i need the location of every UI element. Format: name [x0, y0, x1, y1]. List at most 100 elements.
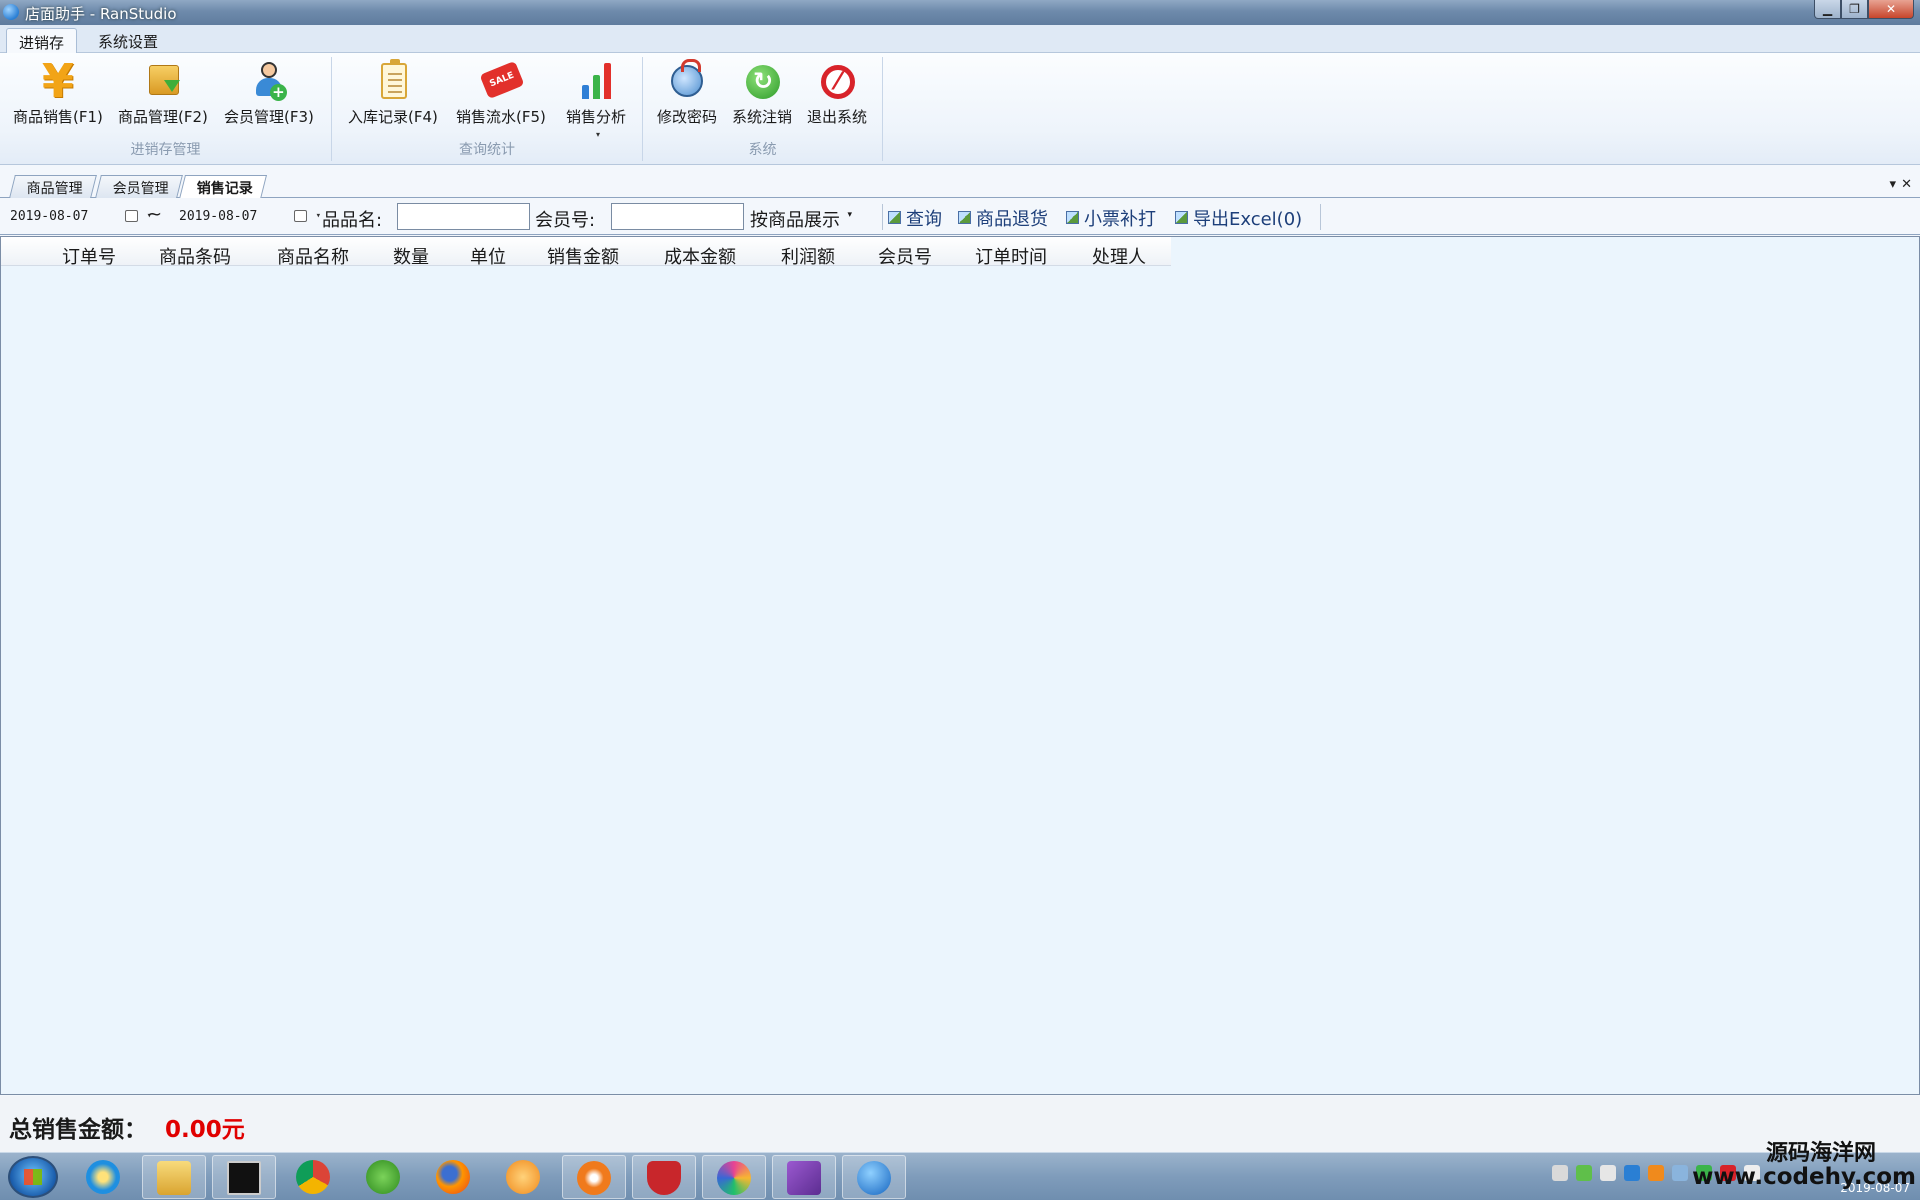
ribbon-group-query: 入库记录(F4) SALE 销售流水(F5) 销售分析 ▾ 查询统计 — [332, 57, 643, 161]
column-header-cost-amount[interactable]: 成本金额 — [664, 243, 736, 269]
product-sales-button[interactable]: ¥ 商品销售(F1) — [13, 54, 103, 127]
chevron-down-icon: ▾ — [315, 211, 321, 221]
green-app-icon — [366, 1160, 400, 1194]
close-tab-icon[interactable]: ✕ — [1901, 177, 1912, 192]
taskbar-firefox[interactable] — [422, 1155, 486, 1199]
monitor-icon[interactable] — [1672, 1165, 1688, 1181]
calendar-icon — [125, 210, 138, 222]
refresh-icon: ↻ — [740, 59, 784, 103]
column-header-member-no[interactable]: 会员号 — [878, 243, 932, 269]
sales-records-grid[interactable]: 订单号 商品条码 商品名称 数量 单位 销售金额 成本金额 利润额 会员号 订单… — [0, 236, 1920, 1095]
reprint-receipt-button[interactable]: 小票补打 — [1066, 205, 1156, 231]
date-range-separator: ~ — [147, 204, 163, 225]
minimize-button[interactable]: ▁ — [1814, 0, 1841, 19]
taskbar-internet-explorer[interactable] — [72, 1155, 136, 1199]
exit-system-button[interactable]: ⁄ 退出系统 — [807, 59, 867, 127]
watermark-line1: 源码海洋网 — [1765, 1141, 1876, 1166]
column-header-order-time[interactable]: 订单时间 — [975, 243, 1047, 269]
title-bar: 店面助手 - RanStudio ▁ ❐ ✕ — [0, 0, 1920, 25]
battery-icon[interactable] — [1576, 1165, 1592, 1181]
firefox-icon — [436, 1160, 470, 1194]
close-button[interactable]: ✕ — [1868, 0, 1914, 19]
watermark-line2: www.codehy.com — [1692, 1164, 1916, 1191]
calendar-icon — [294, 210, 307, 222]
image-icon — [1066, 211, 1079, 224]
column-header-sales-amount[interactable]: 销售金额 — [547, 243, 619, 269]
date-to-picker[interactable]: 2019-08-07 ▾ — [175, 205, 325, 228]
change-password-label: 修改密码 — [657, 108, 718, 126]
product-name-input[interactable] — [397, 203, 530, 230]
member-number-input[interactable] — [611, 203, 744, 230]
ribbon-tab-bar: 进销存 系统设置 — [0, 25, 1920, 53]
keyboard-icon[interactable] — [1552, 1165, 1568, 1181]
network-icon[interactable] — [1600, 1165, 1616, 1181]
taskbar-chrome[interactable] — [282, 1155, 346, 1199]
member-management-button[interactable]: + 会员管理(F3) — [224, 59, 314, 127]
query-toolbar: 2019-08-07 ▾ ~ 2019-08-07 ▾ 品品名: 会员号: 按商… — [0, 198, 1920, 235]
taskbar-app-colorful[interactable] — [702, 1155, 766, 1199]
product-box-icon — [141, 59, 185, 103]
column-header-barcode[interactable]: 商品条码 — [159, 243, 231, 269]
stock-in-records-button[interactable]: 入库记录(F4) — [348, 59, 438, 127]
start-button[interactable] — [8, 1156, 58, 1198]
product-management-button[interactable]: 商品管理(F2) — [118, 59, 208, 127]
logout-button[interactable]: ↻ 系统注销 — [732, 59, 792, 127]
window-controls: ▁ ❐ ✕ — [1814, 0, 1914, 20]
taskbar-command-prompt[interactable] — [212, 1155, 276, 1199]
taskbar-app-blue[interactable] — [842, 1155, 906, 1199]
stock-in-records-label: 入库记录(F4) — [348, 108, 438, 126]
exit-system-label: 退出系统 — [807, 108, 868, 126]
date-from-picker[interactable]: 2019-08-07 ▾ — [6, 205, 156, 228]
window-title: 店面助手 - RanStudio — [25, 5, 177, 23]
bluetooth-icon[interactable] — [1624, 1165, 1640, 1181]
column-header-quantity[interactable]: 数量 — [393, 243, 429, 269]
sales-flow-button[interactable]: SALE 销售流水(F5) — [456, 59, 546, 127]
shield-icon — [647, 1161, 681, 1195]
sales-analysis-button[interactable]: 销售分析 ▾ — [566, 59, 627, 139]
lock-icon — [665, 59, 709, 103]
tab-member-management[interactable]: 会员管理 — [95, 175, 183, 198]
column-header-product-name[interactable]: 商品名称 — [277, 243, 349, 269]
ribbon-tab-settings[interactable]: 系统设置 — [86, 28, 170, 53]
product-return-button[interactable]: 商品退货 — [958, 205, 1048, 231]
search-button[interactable]: 查询 — [888, 205, 942, 231]
export-excel-button[interactable]: 导出Excel(0) — [1175, 205, 1302, 231]
chevron-down-icon: ▾ — [596, 130, 601, 139]
ribbon-group-label: 进销存管理 — [130, 142, 201, 158]
column-header-handler[interactable]: 处理人 — [1092, 243, 1146, 269]
sale-tag-icon: SALE — [479, 59, 525, 103]
member-management-label: 会员管理(F3) — [224, 108, 314, 126]
sales-flow-label: 销售流水(F5) — [456, 108, 546, 126]
ribbon-group-label: 查询统计 — [459, 142, 515, 158]
ribbon-tab-inventory[interactable]: 进销存 — [6, 28, 78, 53]
taskbar-app-orange[interactable] — [492, 1155, 556, 1199]
document-tab-strip: 商品管理 会员管理 销售记录 ▾ ✕ — [0, 172, 1920, 199]
grid-header: 订单号 商品条码 商品名称 数量 单位 销售金额 成本金额 利润额 会员号 订单… — [1, 237, 1171, 269]
column-header-order-no[interactable]: 订单号 — [62, 243, 116, 269]
column-header-unit[interactable]: 单位 — [470, 243, 506, 269]
tab-sales-records[interactable]: 销售记录 — [179, 175, 267, 199]
chrome-icon — [296, 1160, 330, 1194]
taskbar-app-green[interactable] — [352, 1155, 416, 1199]
colorful-app-icon — [717, 1161, 751, 1195]
watermark: 源码海洋网 www.codehy.com — [1692, 1142, 1916, 1189]
tab-menu-icon[interactable]: ▾ — [1889, 177, 1896, 192]
sales-analysis-label: 销售分析 — [566, 108, 627, 126]
display-mode-select[interactable]: 按商品展示 ▾ — [750, 206, 852, 232]
maximize-button[interactable]: ❐ — [1841, 0, 1868, 19]
toolbar-separator — [1320, 204, 1321, 230]
internet-explorer-icon — [86, 1160, 120, 1194]
tab-product-management[interactable]: 商品管理 — [9, 175, 97, 198]
taskbar-app-orange-2[interactable] — [562, 1155, 626, 1199]
column-header-profit[interactable]: 利润额 — [781, 243, 835, 269]
stop-icon: ⁄ — [815, 59, 859, 103]
orange-tray-icon[interactable] — [1648, 1165, 1664, 1181]
taskbar-file-explorer[interactable] — [142, 1155, 206, 1199]
product-name-label: 品品名: — [322, 210, 383, 231]
change-password-button[interactable]: 修改密码 — [657, 59, 717, 127]
total-sales-label: 总销售金额： — [9, 1117, 147, 1143]
taskbar-app-shield[interactable] — [632, 1155, 696, 1199]
taskbar-visual-studio[interactable] — [772, 1155, 836, 1199]
chevron-down-icon: ▾ — [847, 210, 852, 220]
yen-icon: ¥ — [41, 54, 74, 108]
